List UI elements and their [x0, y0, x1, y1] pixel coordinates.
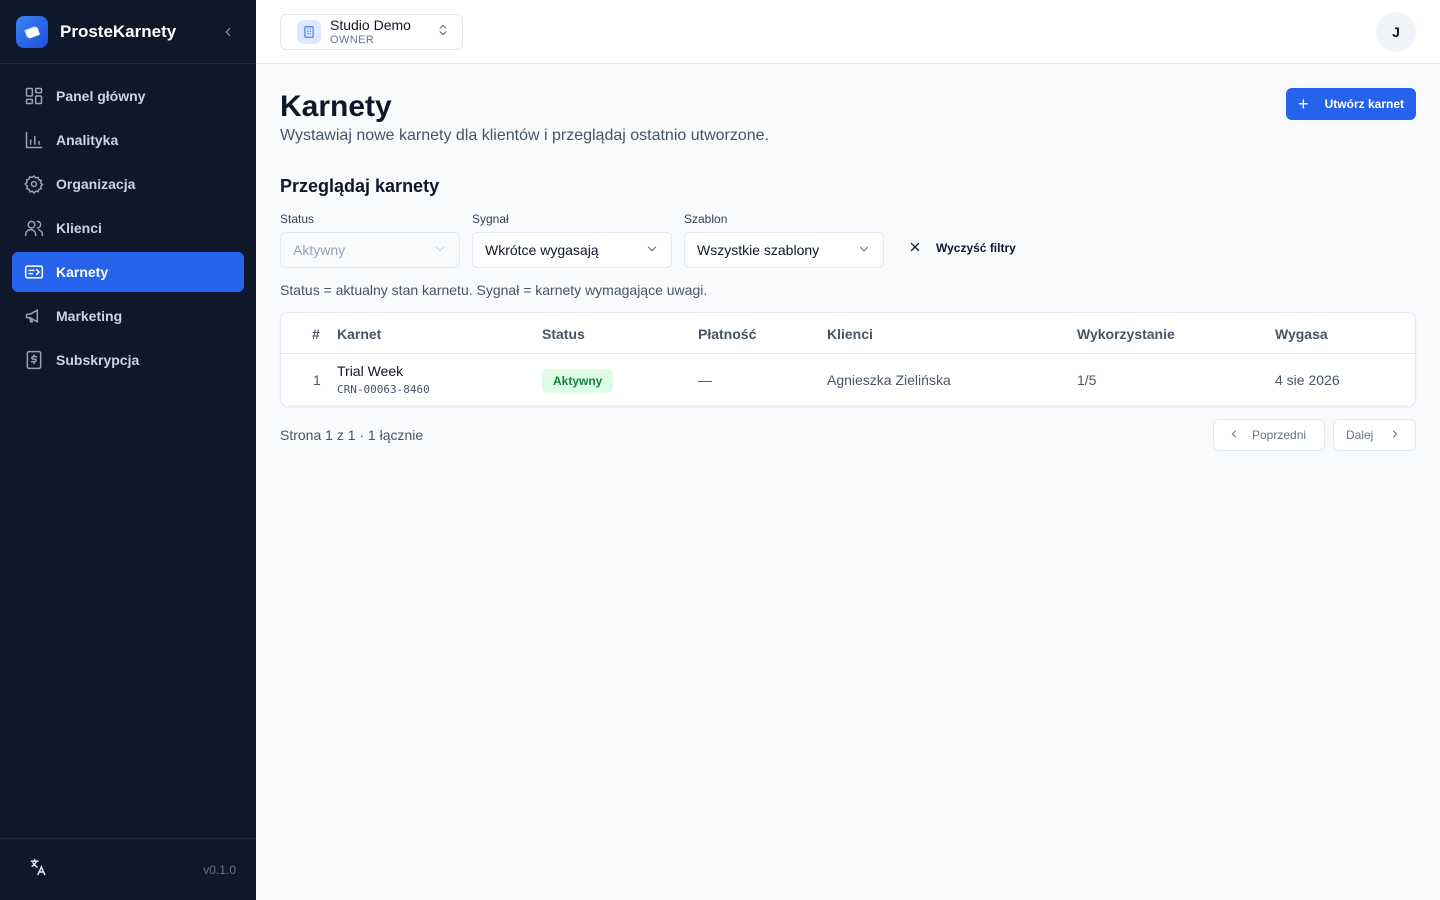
dollar-icon [24, 350, 44, 370]
template-filter: Szablon Wszystkie szablony [684, 212, 884, 268]
page-title: Karnety [280, 90, 392, 123]
create-pass-label: Utwórz karnet [1324, 97, 1404, 111]
sidebar-item-label: Analityka [56, 132, 119, 148]
megaphone-icon [24, 306, 44, 326]
template-select-value: Wszystkie szablony [697, 242, 820, 258]
signal-select[interactable]: Wkrótce wygasają [472, 232, 672, 268]
column-header: Klienci [827, 326, 873, 342]
users-icon [24, 218, 44, 238]
chevron-down-icon [433, 242, 447, 259]
row-number: 1 [313, 372, 321, 388]
clear-filters-button[interactable]: Wyczyść filtry [908, 238, 1016, 258]
brand: ProsteKarnety [0, 0, 256, 64]
previous-page-label: Poprzedni [1252, 428, 1307, 442]
status-select-value: Aktywny [293, 242, 346, 258]
ticket-icon [24, 262, 44, 282]
chevron-left-icon [225, 27, 231, 36]
column-header: Wygasa [1275, 326, 1328, 342]
chevron-right-icon [1389, 428, 1401, 443]
chevron-up-down-icon [436, 23, 450, 42]
create-pass-button[interactable]: + Utwórz karnet [1286, 88, 1416, 120]
sidebar-item-marketing[interactable]: Marketing [12, 296, 244, 336]
sidebar-item-label: Klienci [56, 220, 102, 236]
template-select[interactable]: Wszystkie szablony [684, 232, 884, 268]
sidebar-footer: v0.1.0 [0, 838, 256, 900]
expires-cell: 4 sie 2026 [1275, 372, 1340, 388]
next-page-button[interactable]: Dalej [1333, 419, 1416, 451]
gear-icon [24, 174, 44, 194]
organization-name: Studio Demo [330, 17, 411, 33]
section-title: Przeglądaj karnety [280, 176, 440, 196]
chevron-down-icon [645, 242, 659, 259]
column-header: Wykorzystanie [1077, 326, 1175, 342]
payment-cell: — [698, 372, 712, 388]
collapse-sidebar-button[interactable] [216, 20, 240, 44]
topbar: Studio Demo OWNER J [256, 0, 1440, 64]
app-version: v0.1.0 [203, 862, 236, 877]
usage-cell: 1/5 [1077, 372, 1097, 388]
organization-switcher[interactable]: Studio Demo OWNER [280, 14, 463, 50]
table-row[interactable]: 1 Trial Week CRN-00063-8460 Aktywny — Ag… [281, 354, 1415, 406]
pagination-summary: Strona 1 z 1 · 1 łącznie [280, 427, 424, 443]
sidebar-item-label: Subskrypcja [56, 352, 140, 368]
template-filter-label: Szablon [684, 212, 728, 226]
sidebar-item-clients[interactable]: Klienci [12, 208, 244, 248]
status-filter: Status Aktywny [280, 212, 460, 268]
status-select[interactable]: Aktywny [280, 232, 460, 268]
building-icon [297, 20, 321, 44]
pass-name[interactable]: Trial Week [337, 363, 403, 379]
status-badge: Aktywny [542, 369, 614, 393]
signal-select-value: Wkrótce wygasają [485, 242, 599, 258]
logo-icon [16, 15, 48, 48]
avatar[interactable]: J [1376, 12, 1416, 52]
column-header: Karnet [337, 326, 382, 342]
column-header: Płatność [698, 326, 757, 342]
sidebar-item-label: Marketing [56, 308, 123, 324]
sidebar-item-organization[interactable]: Organizacja [12, 164, 244, 204]
clients-cell: Agnieszka Zielińska [827, 372, 951, 388]
sidebar-item-label: Karnety [56, 264, 109, 280]
status-filter-label: Status [280, 212, 315, 226]
column-header: # [312, 326, 320, 342]
sidebar-item-dashboard[interactable]: Panel główny [12, 76, 244, 116]
sidebar-item-label: Organizacja [56, 176, 136, 192]
filters-hint: Status = aktualny stan karnetu. Sygnał =… [280, 282, 708, 298]
next-page-label: Dalej [1346, 428, 1374, 442]
signal-filter-label: Sygnał [472, 212, 509, 226]
organization-role: OWNER [330, 34, 375, 46]
sidebar-item-analytics[interactable]: Analityka [12, 120, 244, 160]
sidebar-item-subscription[interactable]: Subskrypcja [12, 340, 244, 380]
chevron-left-icon [1228, 428, 1240, 443]
app-name: ProsteKarnety [60, 21, 177, 41]
chevron-down-icon [857, 242, 871, 259]
plus-icon: + [1298, 94, 1309, 114]
sidebar: ProsteKarnety Panel główny Analityka Org… [0, 0, 256, 900]
previous-page-button[interactable]: Poprzedni [1213, 419, 1325, 451]
dashboard-icon [24, 86, 44, 106]
chart-icon [24, 130, 44, 150]
language-icon[interactable] [28, 857, 48, 882]
table-header: # Karnet Status Płatność Klienci Wykorzy… [281, 313, 1415, 354]
clear-filters-label: Wyczyść filtry [936, 241, 1016, 255]
signal-filter: Sygnał Wkrótce wygasają [472, 212, 672, 268]
column-header: Status [542, 326, 585, 342]
page-subtitle: Wystawiaj nowe karnety dla klientów i pr… [280, 127, 769, 144]
sidebar-item-label: Panel główny [56, 88, 146, 104]
passes-table: # Karnet Status Płatność Klienci Wykorzy… [280, 312, 1416, 407]
sidebar-item-passes[interactable]: Karnety [12, 252, 244, 292]
close-icon [908, 240, 922, 257]
sidebar-nav: Panel główny Analityka Organizacja Klien… [0, 64, 256, 396]
pass-code: CRN-00063-8460 [337, 383, 430, 396]
